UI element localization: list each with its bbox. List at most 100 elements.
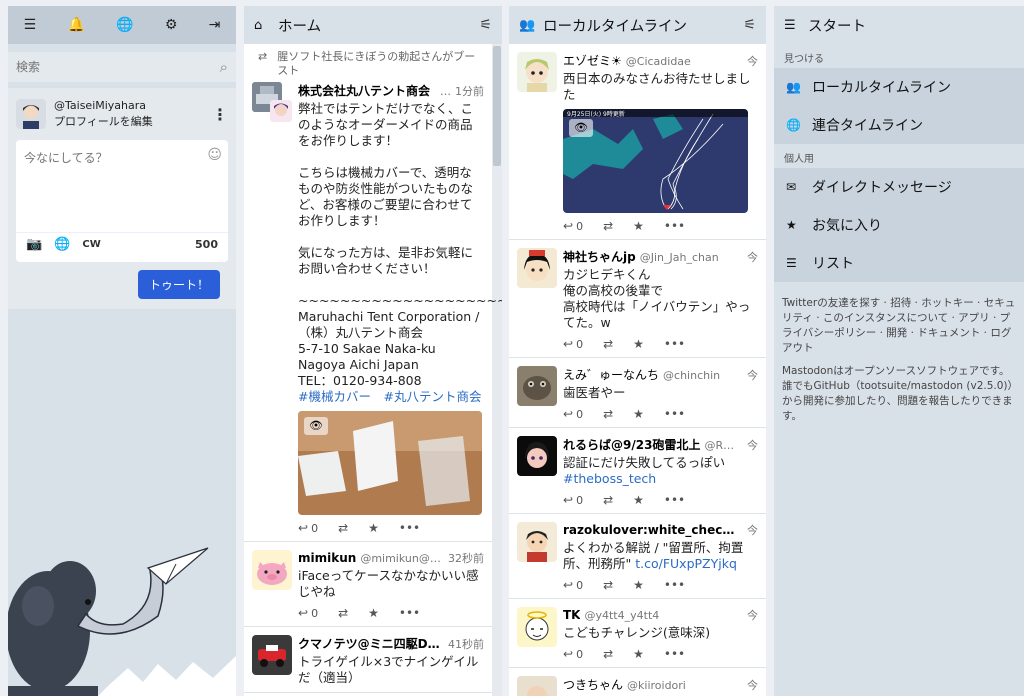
display-name[interactable]: mimikun xyxy=(298,551,356,565)
profile-handle[interactable]: @TaiseiMiyahara xyxy=(54,98,212,114)
status-item[interactable]: 株式会社丸八テント商会 … 1分前 弊社ではテントだけでなく、このようなオーダー… xyxy=(244,78,502,542)
reply-icon[interactable]: ↩ 0 xyxy=(563,219,583,233)
boost-icon[interactable]: ⇄ xyxy=(603,493,613,507)
display-name[interactable]: えみ゛ゅーなんち xyxy=(563,366,659,383)
hashtags[interactable]: #機械カバー #丸八テント商会 xyxy=(298,389,481,404)
nav-federated-timeline[interactable]: 🌐 連合タイムライン xyxy=(774,106,1024,144)
status-item[interactable]: エゾゼミ☀ @Cicadidae 今 西日本のみなさんお待たせしました 9月25… xyxy=(509,44,766,240)
timestamp[interactable]: 今 xyxy=(747,437,758,453)
bell-icon[interactable]: 🔔 xyxy=(67,17,84,33)
timestamp[interactable]: 今 xyxy=(747,367,758,383)
more-icon[interactable]: ••• xyxy=(664,578,685,592)
boost-icon[interactable]: ⇄ xyxy=(603,337,613,351)
status-item[interactable]: えみ゛ゅーなんち @chinchin 今 歯医者やー ↩ 0 ⇄ ★ ••• xyxy=(509,358,766,428)
display-name[interactable]: razokulover:white_check_ma… xyxy=(563,523,739,537)
display-name[interactable]: 神社ちゃんjp xyxy=(563,248,636,265)
gear-icon[interactable]: ⚙ xyxy=(165,17,178,33)
emoji-icon[interactable]: ☺ xyxy=(207,147,222,163)
more-icon[interactable]: ••• xyxy=(664,219,685,233)
camera-icon[interactable]: 📷 xyxy=(26,237,42,252)
nav-lists[interactable]: ☰ リスト xyxy=(774,244,1024,282)
avatar[interactable] xyxy=(517,607,557,647)
avatar[interactable] xyxy=(517,52,557,92)
reply-icon[interactable]: ↩ 0 xyxy=(563,407,583,421)
status-link[interactable]: t.co/FUxpPZYjkq xyxy=(635,556,737,571)
display-name[interactable]: れるらば@9/23砲雷北上 xyxy=(563,436,700,453)
nav-local-timeline[interactable]: 👥 ローカルタイムライン xyxy=(774,68,1024,106)
reply-icon[interactable]: ↩ 0 xyxy=(563,337,583,351)
avatar[interactable] xyxy=(252,550,292,590)
timestamp[interactable]: 今 xyxy=(747,53,758,69)
avatar[interactable] xyxy=(517,522,557,562)
menu-icon[interactable]: ☰ xyxy=(24,17,37,33)
search-input[interactable] xyxy=(16,60,220,74)
home-column-header[interactable]: ⌂ ホーム ⚟ xyxy=(244,6,502,44)
status-item[interactable]: れるらば@9/23砲雷北上 @R… 今 認証にだけ失敗してるっぽい #thebo… xyxy=(509,428,766,514)
toot-button[interactable]: トゥート！ xyxy=(138,270,220,299)
logout-icon[interactable]: ⇥ xyxy=(209,17,221,33)
star-icon[interactable]: ★ xyxy=(633,578,644,592)
account-handle[interactable]: @mimikun@… xyxy=(360,552,444,565)
account-handle[interactable]: @Cicadidae xyxy=(626,55,743,68)
eye-icon[interactable]: 👁 xyxy=(569,119,593,137)
local-column-header[interactable]: 👥 ローカルタイムライン ⚟ xyxy=(509,6,766,44)
account-handle[interactable]: … xyxy=(434,85,451,98)
boost-icon[interactable]: ⇄ xyxy=(603,647,613,661)
account-handle[interactable]: @chinchin xyxy=(663,369,743,382)
status-item[interactable]: TK @y4tt4_y4tt4 今 こどもチャレンジ(意味深) ↩ 0 ⇄ ★ •… xyxy=(509,599,766,668)
footer-links[interactable]: Twitterの友達を探す · 招待 · ホットキー · セキュリティ · この… xyxy=(782,296,1016,356)
more-icon[interactable]: ••• xyxy=(664,493,685,507)
reply-icon[interactable]: ↩ 0 xyxy=(563,493,583,507)
star-icon[interactable]: ★ xyxy=(633,647,644,661)
more-icon[interactable]: ••• xyxy=(664,407,685,421)
star-icon[interactable]: ★ xyxy=(633,219,644,233)
boost-icon[interactable]: ⇄ xyxy=(603,219,613,233)
media-attachment[interactable]: 👁 xyxy=(298,411,482,515)
display-name[interactable]: TK xyxy=(563,608,580,622)
booster-avatar[interactable] xyxy=(270,100,292,122)
timestamp[interactable]: 今 xyxy=(747,677,758,693)
avatar[interactable] xyxy=(252,635,292,675)
timestamp[interactable]: 32秒前 xyxy=(448,550,484,566)
avatar[interactable] xyxy=(517,366,557,406)
reply-icon[interactable]: ↩ 0 xyxy=(298,606,318,620)
account-handle[interactable]: @y4tt4_y4tt4 xyxy=(584,609,743,622)
reply-icon[interactable]: ↩ 0 xyxy=(298,521,318,535)
globe-icon[interactable]: 🌐 xyxy=(116,17,133,33)
nav-direct-messages[interactable]: ✉ ダイレクトメッセージ xyxy=(774,168,1024,206)
status-item[interactable]: razokulover:white_check_ma… 今 よくわかる解説 / … xyxy=(509,514,766,599)
edit-profile-link[interactable]: プロフィールを編集 xyxy=(54,114,212,130)
display-name[interactable]: つきちゃん xyxy=(563,676,623,693)
status-item[interactable]: つきちゃん @kiiroidori 今 xyxy=(509,668,766,696)
account-handle[interactable]: @kiiroidori xyxy=(627,679,743,692)
more-icon[interactable]: ••• xyxy=(399,521,420,535)
avatar[interactable] xyxy=(517,676,557,696)
account-handle[interactable]: @Jin_Jah_chan xyxy=(640,251,743,264)
star-icon[interactable]: ★ xyxy=(368,521,379,535)
star-icon[interactable]: ★ xyxy=(633,407,644,421)
star-icon[interactable]: ★ xyxy=(368,606,379,620)
avatar[interactable] xyxy=(16,99,46,129)
column-settings-icon[interactable]: ⚟ xyxy=(479,17,492,33)
boost-icon[interactable]: ⇄ xyxy=(338,521,348,535)
timestamp[interactable]: 今 xyxy=(747,522,758,538)
star-icon[interactable]: ★ xyxy=(633,337,644,351)
hashtag-link[interactable]: #theboss_tech xyxy=(563,471,656,486)
star-icon[interactable]: ★ xyxy=(633,493,644,507)
kebab-menu-icon[interactable]: ⋮ xyxy=(212,105,228,124)
display-name[interactable]: エゾゼミ☀ xyxy=(563,52,622,69)
display-name[interactable]: クマノテツ@ミニ四駆DO… xyxy=(298,635,440,652)
media-attachment[interactable]: 9月25日(火) 9時更新 👁 xyxy=(563,109,748,213)
display-name[interactable]: 株式会社丸八テント商会 xyxy=(298,82,430,99)
column-settings-icon[interactable]: ⚟ xyxy=(743,17,756,33)
account-handle[interactable]: @R… xyxy=(704,439,743,452)
nav-favourites[interactable]: ★ お気に入り xyxy=(774,206,1024,244)
scrollbar-thumb[interactable] xyxy=(493,46,501,166)
more-icon[interactable]: ••• xyxy=(399,606,420,620)
more-icon[interactable]: ••• xyxy=(664,337,685,351)
status-item[interactable]: mimikun @mimikun@… 32秒前 iFaceってケースなかなかいい… xyxy=(244,542,492,627)
avatar[interactable] xyxy=(517,436,557,476)
boost-icon[interactable]: ⇄ xyxy=(603,407,613,421)
cw-button[interactable]: CW xyxy=(82,239,100,250)
search-icon[interactable]: ⌕ xyxy=(220,58,228,76)
